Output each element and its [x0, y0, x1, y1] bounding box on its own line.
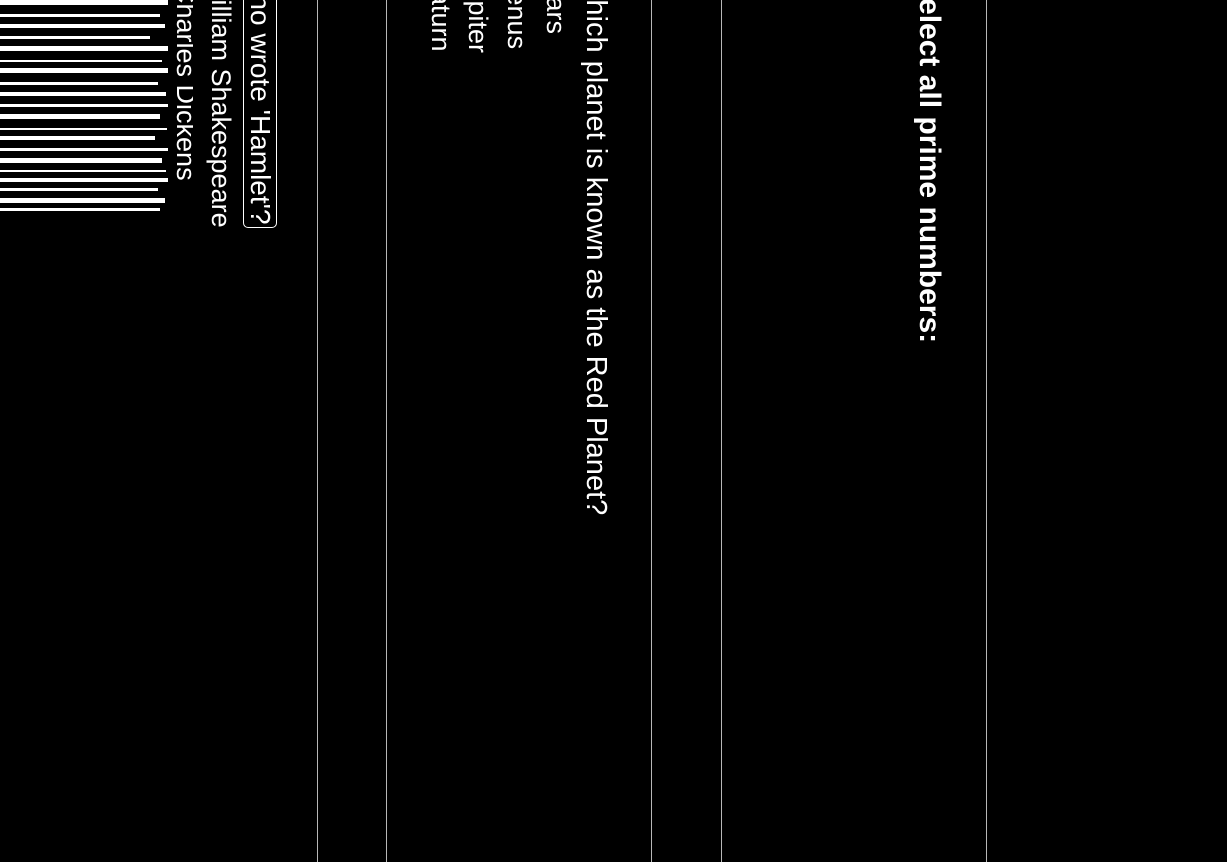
option-mars[interactable]: Mars [541, 0, 571, 34]
question-hamlet[interactable]: Who wrote 'Hamlet'? [243, 0, 277, 228]
section-divider [986, 0, 987, 862]
section-divider [386, 0, 387, 862]
option-charles-dickens-label: Charles Dickens [172, 0, 193, 181]
section-divider [317, 0, 318, 862]
question-prime-numbers: Select all prime numbers: [913, 0, 946, 344]
question-red-planet: Which planet is known as the Red Planet? [580, 0, 612, 516]
option-saturn[interactable]: Saturn [426, 0, 456, 52]
option-jupiter[interactable]: Jupiter [463, 0, 493, 53]
section-divider [721, 0, 722, 862]
option-venus[interactable]: Venus [502, 0, 532, 49]
striped-pattern [0, 0, 168, 212]
section-divider [651, 0, 652, 862]
option-charles-dickens[interactable]: Charles Dickens [172, 0, 193, 212]
rendering-artifact [0, 0, 168, 212]
option-william-shakespeare[interactable]: William Shakespeare [206, 0, 236, 228]
quiz-page: { "questions": [ { "text": "Select all p… [0, 0, 1227, 862]
